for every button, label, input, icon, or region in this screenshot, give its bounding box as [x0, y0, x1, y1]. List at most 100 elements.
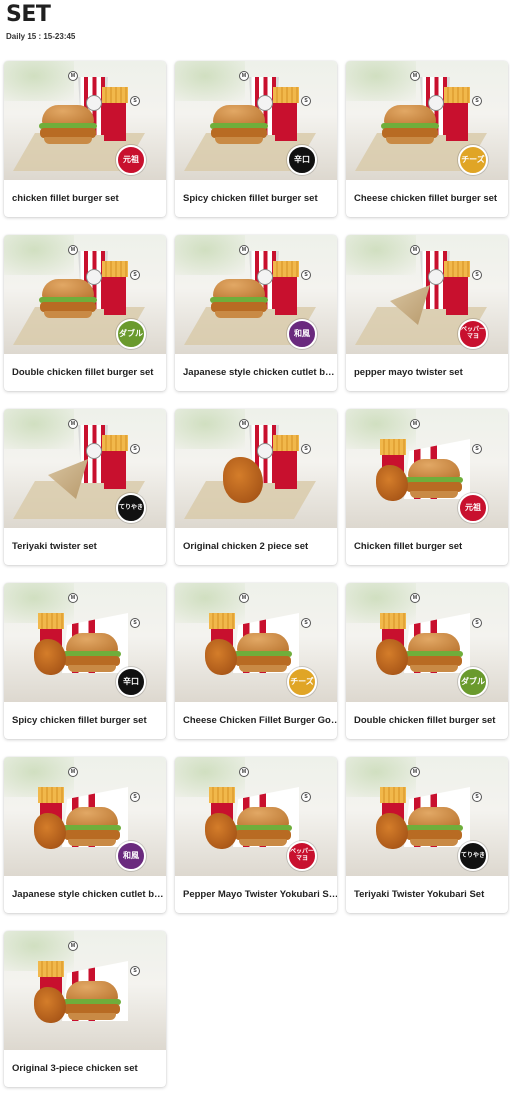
page-title: SET — [6, 2, 51, 27]
menu-item-photo: M S てりやき — [4, 409, 166, 528]
small-size-icon: S — [130, 444, 140, 454]
menu-item-name: Cheese Chicken Fillet Burger Go… — [183, 715, 337, 726]
menu-item-name: Japanese style chicken cutlet b… — [183, 367, 335, 378]
menu-item-name: Cheese chicken fillet burger set — [354, 193, 498, 204]
small-size-icon: S — [130, 96, 140, 106]
photo-background — [346, 235, 416, 275]
menu-item-card[interactable]: M S ペッパー マヨ Pepper Mayo Twister Yokubari S… — [175, 757, 337, 913]
bun-top — [213, 279, 265, 299]
fried-chicken-icon — [34, 639, 66, 675]
menu-item-name: Original 3-piece chicken set — [12, 1063, 138, 1074]
bun-top — [237, 633, 289, 653]
medium-size-icon: M — [410, 767, 420, 777]
menu-item-card[interactable]: M S チーズ Cheese chicken fillet burger set — [346, 61, 508, 217]
menu-item-card[interactable]: M S Original chicken 2 piece set — [175, 409, 337, 565]
burger-icon — [210, 279, 268, 319]
fries-icon — [273, 435, 299, 489]
medium-size-icon: M — [410, 245, 420, 255]
menu-item-card[interactable]: M S 和風 Japanese style chicken cutlet b… — [175, 235, 337, 391]
flavor-badge: 辛口 — [116, 667, 146, 697]
menu-item-photo: M S チーズ — [175, 583, 337, 702]
bun-bottom — [239, 665, 287, 672]
fried-chicken-icon — [205, 813, 237, 849]
menu-item-photo: M S ダブル — [4, 235, 166, 354]
menu-item-card[interactable]: M S 辛口 Spicy chicken fillet burger set — [4, 583, 166, 739]
bun-bottom — [215, 311, 263, 318]
menu-item-name: Spicy chicken fillet burger set — [12, 715, 147, 726]
flavor-badge: チーズ — [287, 667, 317, 697]
menu-item-name: Spicy chicken fillet burger set — [183, 193, 318, 204]
burger-icon — [39, 279, 97, 319]
medium-size-icon: M — [68, 419, 78, 429]
menu-item-photo: M S 辛口 — [4, 583, 166, 702]
menu-item-card[interactable]: M S 元祖 Chicken fillet burger set — [346, 409, 508, 565]
medium-size-icon: M — [410, 71, 420, 81]
flavor-badge: チーズ — [458, 145, 488, 175]
menu-item-photo: M S ペッパー マヨ — [175, 757, 337, 876]
page-header: SET Daily 15 : 15-23:45 — [6, 2, 75, 41]
menu-item-card[interactable]: M S ペッパー マヨ pepper mayo twister set — [346, 235, 508, 391]
menu-item-photo: MS — [4, 931, 166, 1050]
small-size-icon: S — [472, 444, 482, 454]
flavor-badge: 辛口 — [287, 145, 317, 175]
burger-icon — [234, 633, 292, 673]
fries-icon — [273, 87, 299, 141]
fried-chicken-icon — [34, 813, 66, 849]
fries-icon — [102, 87, 128, 141]
menu-item-card[interactable]: M S Original 3-piece chicken set — [4, 931, 166, 1087]
flavor-badge: 和風 — [116, 841, 146, 871]
flavor-badge: てりやき — [116, 493, 146, 523]
flavor-badge: 和風 — [287, 319, 317, 349]
menu-item-name: Double chicken fillet burger set — [354, 715, 496, 726]
burger-icon — [63, 807, 121, 847]
medium-size-icon: M — [68, 71, 78, 81]
burger-icon — [405, 807, 463, 847]
flavor-badge: ペッパー マヨ — [287, 841, 317, 871]
fried-chicken-icon — [376, 813, 408, 849]
menu-item-photo: M S チーズ — [346, 61, 508, 180]
small-size-icon: S — [301, 618, 311, 628]
photo-background — [346, 61, 416, 101]
photo-background — [4, 409, 74, 449]
medium-size-icon: M — [68, 941, 78, 951]
medium-size-icon: M — [239, 71, 249, 81]
menu-item-photo: M S 元祖 — [346, 409, 508, 528]
menu-item-card[interactable]: M S 辛口 Spicy chicken fillet burger set — [175, 61, 337, 217]
small-size-icon: S — [301, 444, 311, 454]
medium-size-icon: M — [239, 767, 249, 777]
medium-size-icon: M — [239, 419, 249, 429]
bun-top — [213, 105, 265, 125]
menu-item-photo: M S 辛口 — [175, 61, 337, 180]
photo-background — [175, 235, 245, 275]
fried-chicken-icon — [205, 639, 237, 675]
menu-item-card[interactable]: M S ダブル Double chicken fillet burger set — [346, 583, 508, 739]
bun-bottom — [68, 1013, 116, 1020]
fried-chicken-icon — [376, 639, 408, 675]
menu-item-card[interactable]: M S てりやき Teriyaki Twister Yokubari Set — [346, 757, 508, 913]
medium-size-icon: M — [68, 593, 78, 603]
menu-item-photo: M S てりやき — [346, 757, 508, 876]
bun-top — [408, 807, 460, 827]
menu-item-name: Chicken fillet burger set — [354, 541, 463, 552]
menu-item-card[interactable]: M S チーズ Cheese Chicken Fillet Burger Go… — [175, 583, 337, 739]
fries-icon — [444, 87, 470, 141]
menu-item-name: pepper mayo twister set — [354, 367, 463, 378]
menu-item-card[interactable]: M S ダブル Double chicken fillet burger set — [4, 235, 166, 391]
flavor-badge: ペッパー マヨ — [458, 319, 488, 349]
menu-item-card[interactable]: M S 元祖 chicken fillet burger set — [4, 61, 166, 217]
menu-item-card[interactable]: M S 和風 Japanese style chicken cutlet b… — [4, 757, 166, 913]
bun-top — [66, 981, 118, 1001]
bun-top — [66, 633, 118, 653]
menu-item-photo: M S 元祖 — [4, 61, 166, 180]
bun-top — [408, 633, 460, 653]
bun-top — [66, 807, 118, 827]
bun-bottom — [386, 137, 434, 144]
bun-top — [42, 279, 94, 299]
burger-icon — [63, 981, 121, 1021]
bun-bottom — [410, 491, 458, 498]
photo-background — [175, 409, 245, 449]
photo-background — [4, 235, 74, 275]
menu-item-card[interactable]: M S てりやき Teriyaki twister set — [4, 409, 166, 565]
medium-size-icon: M — [68, 767, 78, 777]
small-size-icon: S — [130, 270, 140, 280]
